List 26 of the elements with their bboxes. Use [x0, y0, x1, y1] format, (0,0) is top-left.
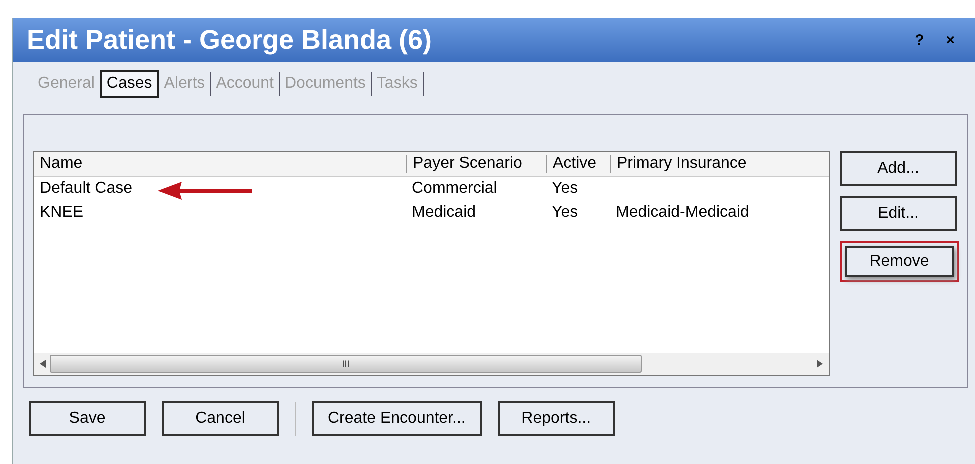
table-cell: Medicaid-Medicaid: [616, 204, 750, 221]
column-header[interactable]: Payer Scenario: [406, 155, 546, 173]
scroll-thumb[interactable]: III: [50, 355, 642, 373]
help-button[interactable]: ?: [909, 30, 930, 50]
footer-button[interactable]: Save: [29, 401, 146, 436]
table-cell: Commercial: [412, 180, 498, 197]
table-cell: Yes: [552, 180, 578, 197]
side-button[interactable]: Add...: [840, 151, 957, 186]
footer-button[interactable]: Reports...: [498, 401, 615, 436]
table-cell: Medicaid: [412, 204, 476, 221]
scroll-left-icon[interactable]: [40, 360, 46, 368]
column-header[interactable]: Primary Insurance: [610, 155, 824, 173]
horizontal-scrollbar[interactable]: III: [34, 353, 829, 375]
footer-button[interactable]: Cancel: [162, 401, 279, 436]
side-button[interactable]: Edit...: [840, 196, 957, 231]
tab[interactable]: Cases: [100, 70, 160, 98]
column-header[interactable]: Name: [34, 155, 406, 173]
side-button[interactable]: Remove: [845, 246, 954, 277]
table-cell: Yes: [552, 204, 578, 221]
table-cell: Default Case: [40, 180, 132, 197]
window-title: Edit Patient - George Blanda (6): [27, 24, 434, 56]
footer-button[interactable]: Create Encounter...: [312, 401, 482, 436]
column-header[interactable]: Active: [546, 155, 610, 173]
close-button[interactable]: ×: [940, 30, 961, 50]
table-cell: KNEE: [40, 204, 84, 221]
scroll-right-icon[interactable]: [817, 360, 823, 368]
